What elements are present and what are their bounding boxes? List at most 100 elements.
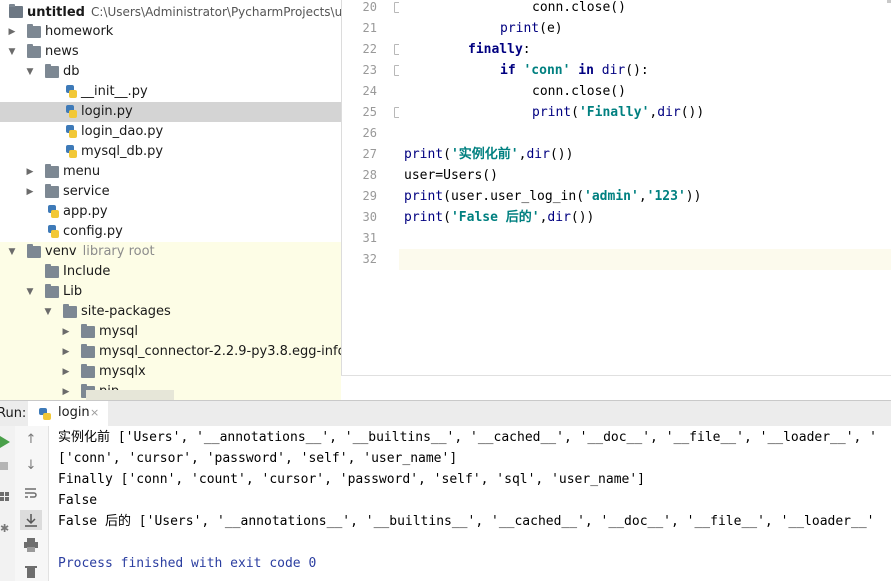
line-number: 27 <box>362 147 377 161</box>
code-line-20: conn.close() <box>532 0 626 15</box>
collapse-arrow-icon[interactable]: ▼ <box>42 302 54 322</box>
project-tree: untitled C:\Users\Administrator\PycharmPr… <box>0 0 341 400</box>
python-file-icon <box>65 125 77 139</box>
line-number: 28 <box>362 168 377 182</box>
expand-arrow-icon[interactable]: ▶ <box>60 342 72 362</box>
trash-icon[interactable] <box>24 564 38 578</box>
console-output[interactable]: 实例化前 ['Users', '__annotations__', '__bui… <box>49 426 891 581</box>
expand-arrow-icon[interactable]: ▶ <box>24 182 36 202</box>
scroll-up-icon[interactable]: ↑ <box>23 432 39 448</box>
collapse-arrow-icon[interactable]: ▼ <box>24 282 36 302</box>
code-line-25: print('Finally',dir()) <box>532 105 705 120</box>
python-file-icon <box>47 205 59 219</box>
console-line: 实例化前 ['Users', '__annotations__', '__bui… <box>58 430 878 445</box>
folder-icon <box>27 44 41 58</box>
tree-row-db[interactable]: ▼ db <box>0 62 341 82</box>
tree-label: login.py <box>81 104 133 119</box>
line-number: 23 <box>362 63 377 77</box>
soft-wrap-icon[interactable] <box>24 486 38 500</box>
folder-icon <box>81 364 95 378</box>
python-file-icon <box>47 225 59 239</box>
layout-icon[interactable] <box>0 492 10 504</box>
editor-bottom-area <box>341 375 891 401</box>
tree-row-menu[interactable]: ▶ menu <box>0 162 341 182</box>
project-folder-icon <box>9 4 23 18</box>
folder-icon <box>81 344 95 358</box>
folder-icon <box>45 284 59 298</box>
collapse-arrow-icon[interactable]: ▼ <box>6 242 18 262</box>
line-number: 25 <box>362 105 377 119</box>
scroll-to-end-icon[interactable] <box>20 510 42 530</box>
code-line-22: finally: <box>468 42 531 57</box>
tree-row-news[interactable]: ▼ news <box>0 42 341 62</box>
stop-icon[interactable] <box>0 462 8 470</box>
collapse-arrow-icon[interactable]: ▼ <box>6 42 18 62</box>
run-tab-name: login <box>58 405 90 420</box>
close-tab-icon[interactable]: × <box>90 401 99 425</box>
tree-row-untitled[interactable]: untitled C:\Users\Administrator\PycharmPr… <box>0 2 341 22</box>
tree-label: mysql_db.py <box>81 144 164 159</box>
code-line-27: print('实例化前',dir()) <box>404 147 574 162</box>
tree-row-site-packages[interactable]: ▼ site-packages <box>0 302 341 322</box>
python-file-icon <box>65 145 77 159</box>
print-icon[interactable] <box>23 538 39 552</box>
expand-arrow-icon[interactable]: ▶ <box>60 322 72 342</box>
expand-arrow-icon[interactable]: ▶ <box>60 382 72 400</box>
line-number: 20 <box>362 0 377 14</box>
pin-icon[interactable]: ✱ <box>0 522 9 535</box>
code-line-30: print('False 后的',dir()) <box>404 210 595 225</box>
tree-row-homework[interactable]: ▶ homework <box>0 22 341 42</box>
console-line: Finally ['conn', 'count', 'cursor', 'pas… <box>58 472 645 487</box>
tree-row-mysqlx[interactable]: ▶ mysqlx <box>0 362 341 382</box>
expand-arrow-icon[interactable]: ▶ <box>6 22 18 42</box>
tree-label: mysql_connector-2.2.9-py3.8.egg-info <box>99 344 341 359</box>
scroll-down-icon[interactable]: ↓ <box>23 458 39 474</box>
tree-label: __init__.py <box>81 84 148 99</box>
exit-message: Process finished with exit code 0 <box>58 556 317 571</box>
tree-label: site-packages <box>81 304 171 319</box>
collapse-arrow-icon[interactable]: ▼ <box>24 62 36 82</box>
line-number: 32 <box>362 252 377 266</box>
tree-label: menu <box>63 164 101 179</box>
tree-row-login-py[interactable]: login.py <box>0 102 341 122</box>
tree-row-config-py[interactable]: config.py <box>0 222 341 242</box>
tree-row-lib[interactable]: ▼ Lib <box>0 282 341 302</box>
tree-row-venv[interactable]: ▼ venv library root <box>0 242 341 262</box>
tree-label: homework <box>45 24 114 39</box>
line-number: 26 <box>362 126 377 140</box>
run-toolbar-left: ✱ <box>0 426 16 581</box>
rerun-icon[interactable] <box>0 436 10 448</box>
code-editor[interactable]: conn.close() print(e) finally: if 'conn'… <box>399 0 891 375</box>
tree-row-init-py[interactable]: __init__.py <box>0 82 341 102</box>
code-line-24: conn.close() <box>532 84 626 99</box>
console-line: ['conn', 'cursor', 'password', 'self', '… <box>58 451 458 466</box>
run-tab-login[interactable]: login × <box>28 401 108 428</box>
line-number: 24 <box>362 84 377 98</box>
tree-row-service[interactable]: ▶ service <box>0 182 341 202</box>
code-line-23: if 'conn' in dir(): <box>500 63 649 78</box>
tree-label: service <box>63 184 110 199</box>
expand-arrow-icon[interactable]: ▶ <box>60 362 72 382</box>
expand-arrow-icon[interactable]: ▶ <box>24 162 36 182</box>
tree-row-mysql[interactable]: ▶ mysql <box>0 322 341 342</box>
line-number: 31 <box>362 231 377 245</box>
line-number: 22 <box>362 42 377 56</box>
code-line-21: print(e) <box>500 21 563 36</box>
folder-icon <box>45 64 59 78</box>
tree-label: Lib <box>63 284 83 299</box>
tree-label: app.py <box>63 204 108 219</box>
tree-row-login-dao-py[interactable]: login_dao.py <box>0 122 341 142</box>
editor-gutter: 20 21 22 23 24 25 26 27 28 29 30 31 32 <box>341 0 399 375</box>
tree-row-mysql-connector[interactable]: ▶ mysql_connector-2.2.9-py3.8.egg-info <box>0 342 341 362</box>
tree-row-app-py[interactable]: app.py <box>0 202 341 222</box>
tree-row-include[interactable]: Include <box>0 262 341 282</box>
code-line-29: print(user.user_log_in('admin','123')) <box>404 189 702 204</box>
run-toolbar: ↑ ↓ <box>15 426 49 581</box>
caret-line-highlight <box>399 249 891 270</box>
tree-label: news <box>45 44 79 59</box>
project-path: C:\Users\Administrator\PycharmProjects\u… <box>90 5 341 19</box>
tree-row-mysql-db-py[interactable]: mysql_db.py <box>0 142 341 162</box>
tree-horizontal-scrollbar[interactable] <box>86 390 174 400</box>
folder-icon <box>45 164 59 178</box>
code-line-28: user=Users() <box>404 168 498 183</box>
